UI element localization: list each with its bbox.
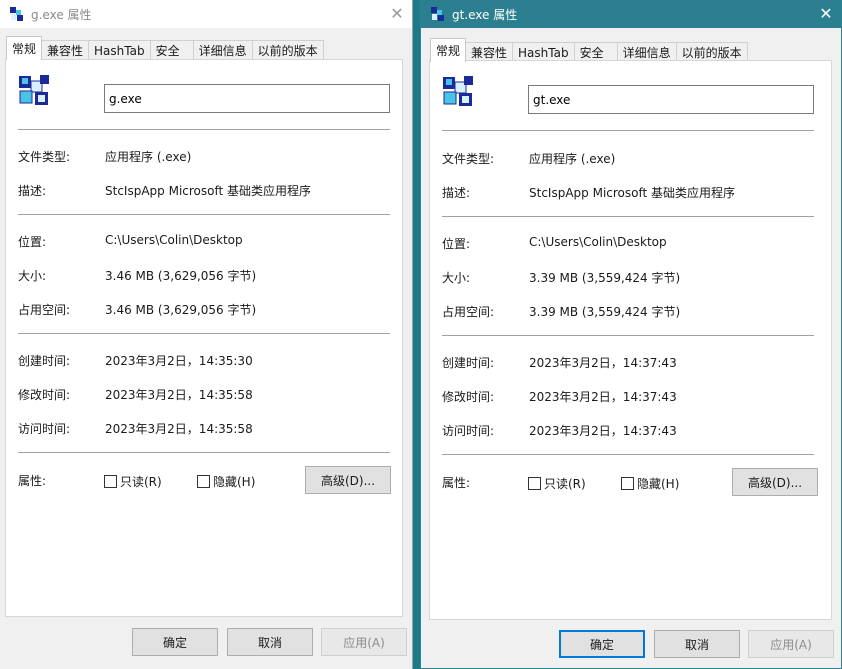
size-value: 3.39 MB (3,559,424 字节) [529,271,681,285]
tab-security[interactable]: 安全 [149,40,194,60]
checkbox-icon [621,477,634,490]
general-panel: 文件类型: 应用程序 (.exe) 描述: StcIspApp Microsof… [429,60,832,620]
tab-hashtab[interactable]: HashTab [512,42,575,62]
checkbox-icon [197,475,210,488]
created-value: 2023年3月2日，14:37:43 [529,356,677,370]
close-button[interactable]: ✕ [811,0,841,26]
divider [18,214,390,215]
cancel-button[interactable]: 取消 [654,630,740,658]
hidden-checkbox[interactable]: 隐藏(H) [197,473,255,490]
tab-strip: 常规 兼容性 HashTab 安全 详细信息 以前的版本 [6,36,324,60]
window-title: g.exe 属性 [31,7,92,22]
filename-input[interactable] [528,85,814,114]
application-blocks-icon [19,75,49,105]
application-blocks-icon [431,7,444,21]
divider [18,333,390,334]
description-label: 描述: [18,184,47,198]
tab-hashtab[interactable]: HashTab [88,40,151,60]
divider [442,335,814,336]
location-value: C:\Users\Colin\Desktop [105,233,243,247]
accessed-value: 2023年3月2日，14:37:43 [529,424,677,438]
apply-button[interactable]: 应用(A) [748,630,834,658]
modified-label: 修改时间: [442,390,495,404]
size-value: 3.46 MB (3,629,056 字节) [105,269,257,283]
hidden-label: 隐藏(H) [213,475,256,489]
size-on-disk-label: 占用空间: [442,305,495,319]
tab-compatibility[interactable]: 兼容性 [465,42,514,62]
tab-previous-versions[interactable]: 以前的版本 [251,40,324,60]
size-label: 大小: [442,271,471,285]
hidden-label: 隐藏(H) [637,477,680,491]
file-type-value: 应用程序 (.exe) [529,152,616,166]
location-label: 位置: [18,235,47,249]
divider [442,130,814,131]
size-label: 大小: [18,269,47,283]
readonly-checkbox[interactable]: 只读(R) [528,475,586,492]
location-value: C:\Users\Colin\Desktop [529,235,667,249]
size-on-disk-label: 占用空间: [18,303,71,317]
attributes-label: 属性: [442,476,471,490]
size-on-disk-value: 3.39 MB (3,559,424 字节) [529,305,681,319]
divider [442,216,814,217]
application-blocks-icon [10,7,23,21]
close-icon: ✕ [390,3,404,23]
file-type-label: 文件类型: [18,150,71,164]
accessed-label: 访问时间: [442,424,495,438]
ok-button[interactable]: 确定 [559,630,645,658]
created-label: 创建时间: [442,356,495,370]
file-type-value: 应用程序 (.exe) [105,150,192,164]
advanced-button[interactable]: 高级(D)... [732,468,818,496]
divider [18,452,390,453]
tab-general[interactable]: 常规 [6,36,43,60]
modified-value: 2023年3月2日，14:35:58 [105,388,253,402]
apply-button[interactable]: 应用(A) [321,628,407,656]
properties-dialog-left: g.exe 属性 ✕ 常规 兼容性 HashTab 安全 详细信息 以前的版本 … [0,0,413,669]
advanced-button[interactable]: 高级(D)... [305,466,391,494]
modified-value: 2023年3月2日，14:37:43 [529,390,677,404]
readonly-label: 只读(R) [544,477,586,491]
ok-button[interactable]: 确定 [132,628,218,656]
location-label: 位置: [442,237,471,251]
window-title: gt.exe 属性 [452,7,518,22]
created-label: 创建时间: [18,354,71,368]
tab-security[interactable]: 安全 [573,42,618,62]
hidden-checkbox[interactable]: 隐藏(H) [621,475,679,492]
modified-label: 修改时间: [18,388,71,402]
tab-previous-versions[interactable]: 以前的版本 [675,42,748,62]
close-button[interactable]: ✕ [382,0,412,26]
size-on-disk-value: 3.46 MB (3,629,056 字节) [105,303,257,317]
tab-strip: 常规 兼容性 HashTab 安全 详细信息 以前的版本 [430,38,748,62]
tab-details[interactable]: 详细信息 [616,42,677,62]
created-value: 2023年3月2日，14:35:30 [105,354,253,368]
checkbox-icon [528,477,541,490]
description-value: StcIspApp Microsoft 基础类应用程序 [105,184,312,198]
attributes-label: 属性: [18,474,47,488]
properties-dialog-right: gt.exe 属性 ✕ 常规 兼容性 HashTab 安全 详细信息 以前的版本… [420,0,842,669]
title-bar[interactable]: gt.exe 属性 ✕ [421,0,841,28]
tab-compatibility[interactable]: 兼容性 [41,40,90,60]
filename-input[interactable] [104,84,390,113]
readonly-checkbox[interactable]: 只读(R) [104,473,162,490]
description-label: 描述: [442,186,471,200]
tab-details[interactable]: 详细信息 [192,40,253,60]
close-icon: ✕ [819,3,833,23]
cancel-button[interactable]: 取消 [227,628,313,656]
accessed-value: 2023年3月2日，14:35:58 [105,422,253,436]
tab-general[interactable]: 常规 [430,38,467,62]
checkbox-icon [104,475,117,488]
description-value: StcIspApp Microsoft 基础类应用程序 [529,186,736,200]
file-type-label: 文件类型: [442,152,495,166]
general-panel: 文件类型: 应用程序 (.exe) 描述: StcIspApp Microsof… [5,59,403,617]
title-bar[interactable]: g.exe 属性 ✕ [0,0,412,28]
application-blocks-icon [443,76,473,106]
accessed-label: 访问时间: [18,422,71,436]
divider [18,129,390,130]
divider [442,454,814,455]
readonly-label: 只读(R) [120,475,162,489]
